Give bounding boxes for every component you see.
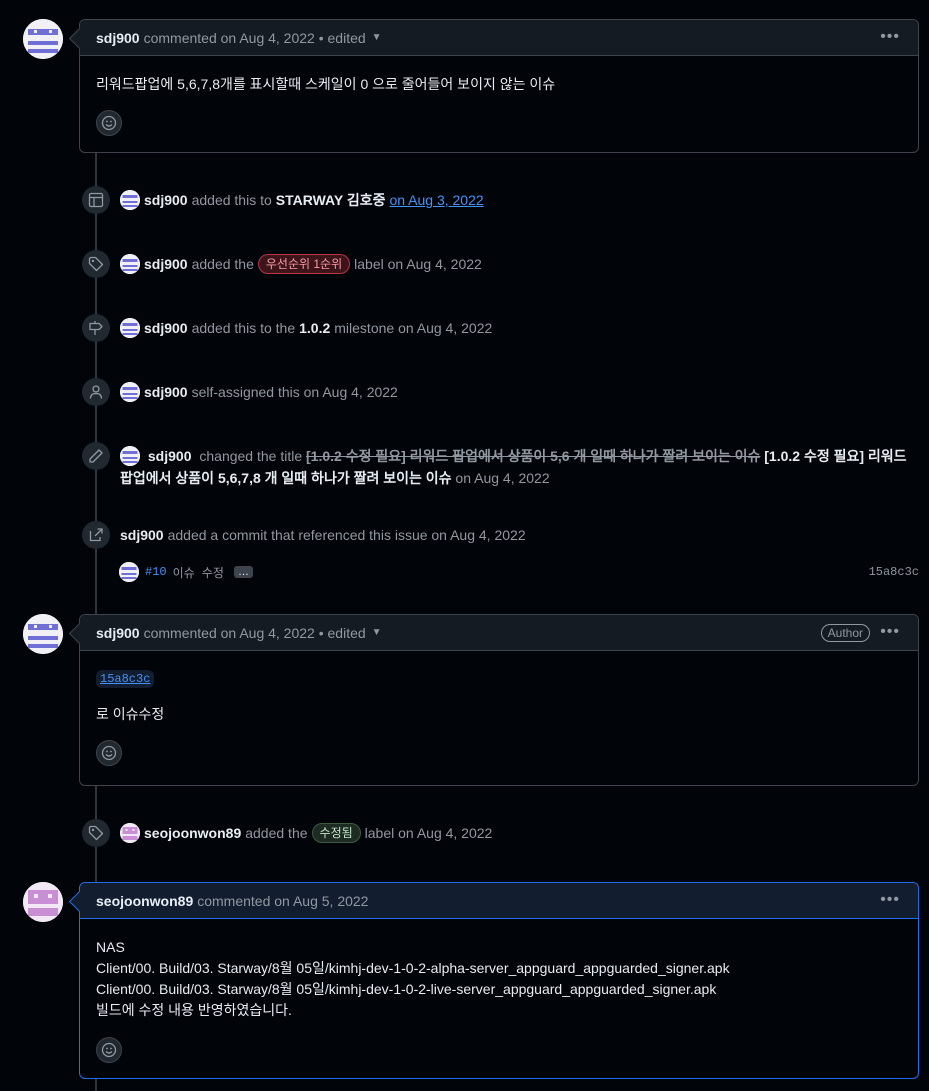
comment-body: 리워드팝업에 5,6,7,8개를 표시할때 스케일이 0 으로 줄어들어 보이지… <box>80 56 918 152</box>
avatar-sdj900[interactable] <box>120 446 140 466</box>
chevron-down-icon[interactable]: ▼ <box>372 627 382 638</box>
event-text: added a commit that referenced this issu… <box>167 527 526 543</box>
kebab-menu-icon[interactable]: ••• <box>880 28 900 46</box>
commit-message[interactable]: 이슈 수정 <box>173 564 224 581</box>
pencil-icon <box>82 442 110 470</box>
commit-row: #10 이슈 수정 … 15a8c3c <box>119 561 919 583</box>
old-title: [1.0.2 수정 필요] 리워드 팝업에서 상품이 5,6 개 일때 하나가 … <box>306 448 761 464</box>
event-text: self-assigned this on Aug 4, 2022 <box>191 384 398 400</box>
add-reaction-button[interactable] <box>96 740 122 766</box>
event-text: added this to the <box>191 320 296 336</box>
event-text: added this to <box>191 192 272 208</box>
commit-sha-link[interactable]: 15a8c3c <box>96 670 155 688</box>
comment-card: seojoonwon89 commented on Aug 5, 2022 ••… <box>68 882 919 1079</box>
timeline-event-commit: sdj900 added a commit that referenced th… <box>82 521 929 549</box>
comment-card: sdj900 commented on Aug 4, 2022 • edited… <box>68 614 919 786</box>
smiley-icon <box>101 1042 117 1058</box>
event-actor[interactable]: sdj900 <box>144 320 188 336</box>
event-actor[interactable]: sdj900 <box>148 448 192 464</box>
author-badge: Author <box>820 624 870 642</box>
milestone-icon <box>82 314 110 342</box>
comment-line: Client/00. Build/03. Starway/8월 05일/kimh… <box>96 960 730 976</box>
event-text: milestone on Aug 4, 2022 <box>334 320 493 336</box>
avatar-sdj900[interactable] <box>120 318 140 338</box>
milestone-name[interactable]: 1.0.2 <box>299 320 330 336</box>
comment-text: 리워드팝업에 5,6,7,8개를 표시할때 스케일이 0 으로 줄어들어 보이지… <box>96 76 556 92</box>
timeline-event-label: sdj900 added the 우선순위 1순위 label on Aug 4… <box>82 250 929 278</box>
timeline-event-label: seojoonwon89 added the 수정됨 label on Aug … <box>82 819 929 847</box>
tag-icon <box>82 250 110 278</box>
comment-line: Client/00. Build/03. Starway/8월 05일/kimh… <box>96 981 717 997</box>
timeline-event-assign: sdj900 self-assigned this on Aug 4, 2022 <box>82 378 929 406</box>
avatar-sdj900[interactable] <box>23 614 63 654</box>
chevron-down-icon[interactable]: ▼ <box>372 32 382 43</box>
add-reaction-button[interactable] <box>96 110 122 136</box>
comment-header: sdj900 commented on Aug 4, 2022 • edited… <box>80 615 918 651</box>
label-priority[interactable]: 우선순위 1순위 <box>257 254 351 274</box>
avatar-seojoonwon89[interactable] <box>23 882 63 922</box>
avatar-sdj900[interactable] <box>119 562 139 582</box>
cross-reference-icon <box>82 521 110 549</box>
commit-sha[interactable]: 15a8c3c <box>869 565 919 579</box>
event-actor[interactable]: sdj900 <box>144 192 188 208</box>
avatar-sdj900[interactable] <box>23 19 63 59</box>
smiley-icon <box>101 115 117 131</box>
avatar-seojoonwon89[interactable] <box>120 823 140 843</box>
person-icon <box>82 378 110 406</box>
avatar-sdj900[interactable] <box>120 382 140 402</box>
event-text: label on Aug 4, 2022 <box>354 256 482 272</box>
kebab-menu-icon[interactable]: ••• <box>880 623 900 641</box>
comment-author[interactable]: sdj900 <box>96 625 140 641</box>
table-icon <box>82 186 110 214</box>
event-date-link[interactable]: on Aug 3, 2022 <box>389 192 483 208</box>
comment-body: 15a8c3c 로 이슈수정 <box>80 651 918 782</box>
comment-header: seojoonwon89 commented on Aug 5, 2022 ••… <box>80 883 918 919</box>
comment-text: 로 이슈수정 <box>96 706 165 722</box>
comment-card: sdj900 commented on Aug 4, 2022 • edited… <box>68 19 919 153</box>
event-actor[interactable]: sdj900 <box>120 527 164 543</box>
event-text: changed the title <box>199 448 303 464</box>
event-text: added the <box>245 825 308 841</box>
tag-icon <box>82 819 110 847</box>
comment-body: NAS Client/00. Build/03. Starway/8월 05일/… <box>80 919 918 1079</box>
comment-line: NAS <box>96 939 125 955</box>
timeline-event-rename: sdj900 changed the title [1.0.2 수정 필요] 리… <box>82 442 912 489</box>
timeline-event-milestone: sdj900 added this to the 1.0.2 milestone… <box>82 314 929 342</box>
avatar-sdj900[interactable] <box>120 254 140 274</box>
event-text: added the <box>191 256 254 272</box>
event-actor[interactable]: sdj900 <box>144 384 188 400</box>
comment-author[interactable]: seojoonwon89 <box>96 893 193 909</box>
avatar-sdj900[interactable] <box>120 190 140 210</box>
commit-pr-link[interactable]: #10 <box>145 565 167 579</box>
comment-author[interactable]: sdj900 <box>96 30 140 46</box>
event-text: on Aug 4, 2022 <box>455 470 550 486</box>
label-fixed[interactable]: 수정됨 <box>311 823 361 843</box>
smiley-icon <box>101 745 117 761</box>
event-actor[interactable]: seojoonwon89 <box>144 825 241 841</box>
comment-header: sdj900 commented on Aug 4, 2022 • edited… <box>80 20 918 56</box>
comment-line: 빌드에 수정 내용 반영하였습니다. <box>96 1002 292 1018</box>
commit-expand-button[interactable]: … <box>233 566 253 578</box>
comment-meta[interactable]: commented on Aug 4, 2022 • edited <box>144 625 366 641</box>
add-reaction-button[interactable] <box>96 1037 122 1063</box>
event-text: label on Aug 4, 2022 <box>364 825 493 841</box>
event-actor[interactable]: sdj900 <box>144 256 188 272</box>
timeline-event-project: sdj900 added this to STARWAY 김호중 on Aug … <box>82 186 929 214</box>
comment-meta[interactable]: commented on Aug 5, 2022 <box>197 893 368 909</box>
comment-meta[interactable]: commented on Aug 4, 2022 • edited <box>144 30 366 46</box>
timeline-line <box>95 1078 97 1091</box>
kebab-menu-icon[interactable]: ••• <box>880 891 900 909</box>
project-name: STARWAY 김호중 <box>275 192 386 208</box>
